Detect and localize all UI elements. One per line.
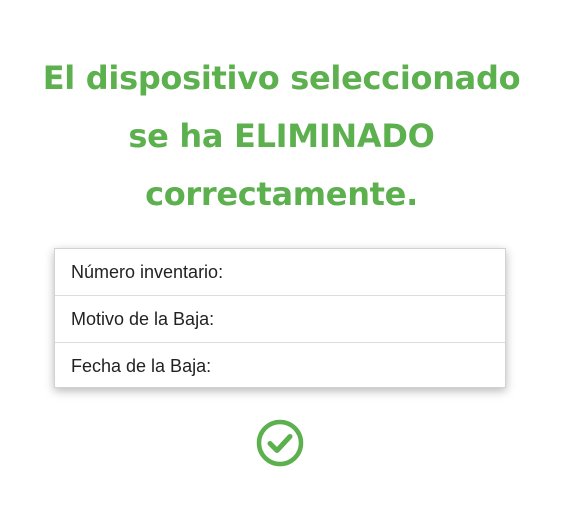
inventory-number-label: Número inventario: xyxy=(71,261,224,282)
check-circle-icon xyxy=(256,419,304,467)
success-message-line-1: El dispositivo seleccionado xyxy=(42,59,521,98)
success-message: El dispositivo seleccionado se ha ELIMIN… xyxy=(0,49,563,223)
detail-row-removal-reason: Motivo de la Baja: xyxy=(55,296,505,343)
success-message-line-2: se ha ELIMINADO xyxy=(128,117,435,156)
deletion-details-card: Número inventario: Motivo de la Baja: Fe… xyxy=(54,248,506,388)
detail-row-removal-date: Fecha de la Baja: xyxy=(55,343,505,389)
success-message-line-3: correctamente. xyxy=(145,175,418,214)
removal-reason-label: Motivo de la Baja: xyxy=(71,308,215,329)
detail-row-inventory-number: Número inventario: xyxy=(55,249,505,296)
removal-date-label: Fecha de la Baja: xyxy=(71,355,212,376)
